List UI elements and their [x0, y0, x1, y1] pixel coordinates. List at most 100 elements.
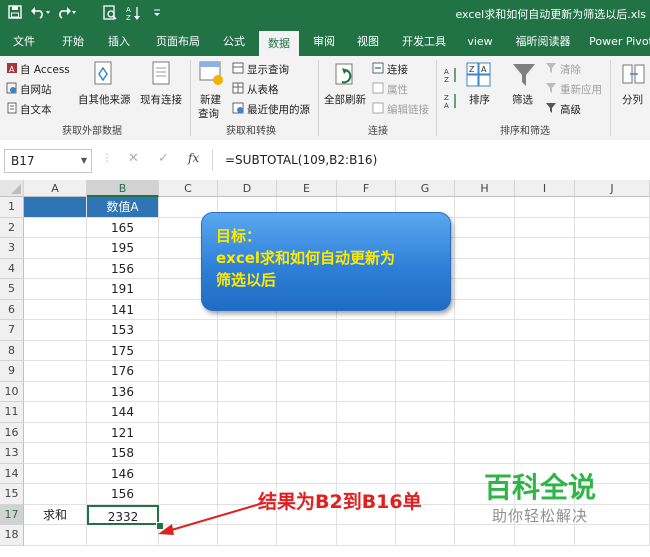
column-header[interactable]: H: [455, 180, 515, 197]
row-header[interactable]: 15: [0, 484, 24, 505]
cell[interactable]: [24, 381, 87, 402]
cell[interactable]: [396, 443, 455, 464]
cell[interactable]: [159, 443, 218, 464]
new-query-button[interactable]: 新建: [200, 92, 221, 107]
cell[interactable]: [515, 238, 575, 259]
row-header[interactable]: 7: [0, 320, 24, 341]
row-header[interactable]: 6: [0, 299, 24, 320]
cell[interactable]: [159, 381, 218, 402]
row-header[interactable]: 11: [0, 402, 24, 423]
from-web-button[interactable]: 自网站: [20, 82, 52, 97]
column-header[interactable]: B: [87, 180, 159, 197]
cancel-icon[interactable]: ✕: [128, 151, 139, 166]
cell[interactable]: [159, 402, 218, 423]
cell[interactable]: [218, 320, 277, 341]
from-table-button[interactable]: 从表格: [247, 82, 279, 97]
tab-view-2[interactable]: view: [460, 28, 500, 56]
text-to-columns-button[interactable]: 分列: [622, 92, 643, 107]
from-text-button[interactable]: 自文本: [20, 102, 52, 117]
cell[interactable]: [455, 197, 515, 218]
row-header[interactable]: 18: [0, 525, 24, 546]
save-icon[interactable]: [8, 5, 22, 23]
cell[interactable]: [396, 361, 455, 382]
cell[interactable]: [455, 340, 515, 361]
properties-button[interactable]: 属性: [387, 82, 408, 97]
cell[interactable]: [515, 525, 575, 546]
recent-sources-button[interactable]: 最近使用的源: [247, 102, 310, 117]
cell[interactable]: [24, 463, 87, 484]
cell[interactable]: [515, 381, 575, 402]
cell[interactable]: [337, 340, 396, 361]
cell[interactable]: [218, 402, 277, 423]
cell[interactable]: [24, 340, 87, 361]
cell[interactable]: [218, 422, 277, 443]
cell[interactable]: [575, 320, 650, 341]
cell[interactable]: [24, 422, 87, 443]
tab-view[interactable]: 视图: [348, 28, 388, 56]
cell[interactable]: [455, 279, 515, 300]
cell[interactable]: [515, 320, 575, 341]
tab-review[interactable]: 审阅: [304, 28, 344, 56]
cell[interactable]: [396, 422, 455, 443]
cell[interactable]: [277, 443, 337, 464]
cell[interactable]: [218, 340, 277, 361]
tab-data[interactable]: 数据: [259, 31, 299, 56]
cell[interactable]: [575, 525, 650, 546]
value-cell[interactable]: 191: [87, 279, 159, 300]
tab-page-layout[interactable]: 页面布局: [146, 28, 210, 56]
advanced-button[interactable]: 高级: [560, 102, 581, 117]
cell[interactable]: [575, 279, 650, 300]
cell[interactable]: [455, 238, 515, 259]
value-cell[interactable]: 156: [87, 484, 159, 505]
cell[interactable]: [515, 258, 575, 279]
cell[interactable]: [396, 525, 455, 546]
value-cell[interactable]: 121: [87, 422, 159, 443]
customize-icon[interactable]: [152, 5, 162, 23]
undo-icon[interactable]: [30, 5, 52, 23]
sort-icon[interactable]: AZ: [126, 5, 142, 23]
cell[interactable]: [277, 320, 337, 341]
cell[interactable]: [24, 525, 87, 546]
cell[interactable]: [515, 361, 575, 382]
cell-a1[interactable]: [24, 197, 87, 218]
row-header[interactable]: 8: [0, 340, 24, 361]
row-header[interactable]: 2: [0, 217, 24, 238]
row-header[interactable]: 4: [0, 258, 24, 279]
value-cell[interactable]: 146: [87, 463, 159, 484]
cell[interactable]: [396, 320, 455, 341]
cell[interactable]: [455, 320, 515, 341]
value-cell[interactable]: 175: [87, 340, 159, 361]
cell[interactable]: [337, 402, 396, 423]
cell[interactable]: [24, 238, 87, 259]
formula-input[interactable]: =SUBTOTAL(109,B2:B16): [212, 149, 650, 171]
tab-foxit-reader[interactable]: 福昕阅读器: [508, 28, 578, 56]
cell[interactable]: [24, 402, 87, 423]
cell[interactable]: [396, 463, 455, 484]
edit-links-button[interactable]: 编辑链接: [387, 102, 429, 117]
cell[interactable]: [515, 340, 575, 361]
column-header[interactable]: F: [337, 180, 396, 197]
cell[interactable]: [337, 525, 396, 546]
cell[interactable]: [575, 299, 650, 320]
filter-button[interactable]: 筛选: [512, 92, 533, 107]
cell[interactable]: [575, 381, 650, 402]
cell[interactable]: [277, 381, 337, 402]
select-all-corner[interactable]: [0, 180, 24, 197]
cell[interactable]: [337, 320, 396, 341]
cell[interactable]: [396, 340, 455, 361]
clear-button[interactable]: 清除: [560, 62, 581, 77]
cell[interactable]: [396, 402, 455, 423]
cell[interactable]: [218, 381, 277, 402]
cell[interactable]: [24, 320, 87, 341]
row-header[interactable]: 13: [0, 443, 24, 464]
enter-icon[interactable]: ✓: [158, 151, 169, 166]
value-cell[interactable]: 195: [87, 238, 159, 259]
column-header[interactable]: E: [277, 180, 337, 197]
cell[interactable]: [24, 279, 87, 300]
cell[interactable]: [277, 463, 337, 484]
tab-home[interactable]: 开始: [52, 28, 94, 56]
tab-developer[interactable]: 开发工具: [394, 28, 454, 56]
name-box[interactable]: B17 ▼: [4, 149, 92, 173]
row-header[interactable]: 10: [0, 381, 24, 402]
tab-file[interactable]: 文件: [4, 28, 44, 56]
